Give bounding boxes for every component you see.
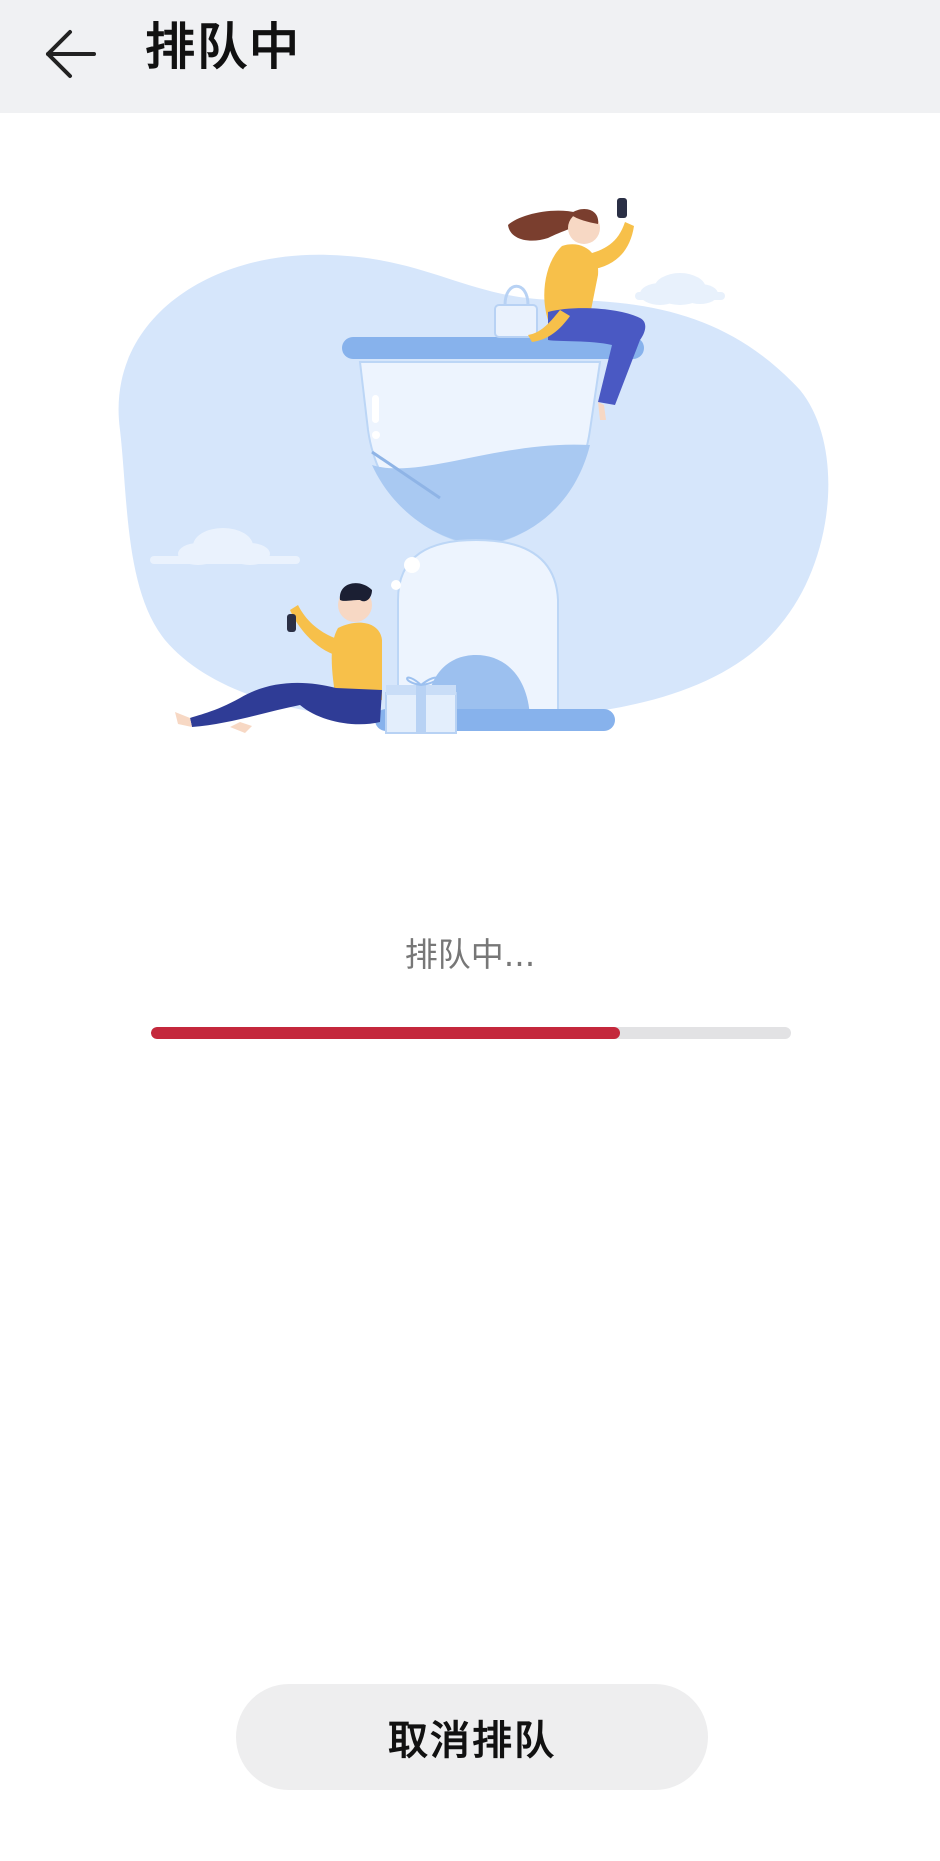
cloud-right	[635, 273, 725, 305]
page-title: 排队中	[145, 18, 301, 76]
queue-progress-fill	[151, 1027, 621, 1039]
queue-status-text: 排队中...	[404, 935, 536, 974]
queue-hourglass-illustration	[118, 198, 829, 734]
back-button[interactable]	[30, 14, 110, 94]
gift-box	[385, 676, 457, 734]
cancel-queue-button[interactable]: 取消排队	[236, 1684, 708, 1790]
arrow-left-icon	[46, 30, 96, 78]
top-bar: 排队中	[0, 0, 940, 113]
queue-progress-bar	[151, 1027, 791, 1039]
